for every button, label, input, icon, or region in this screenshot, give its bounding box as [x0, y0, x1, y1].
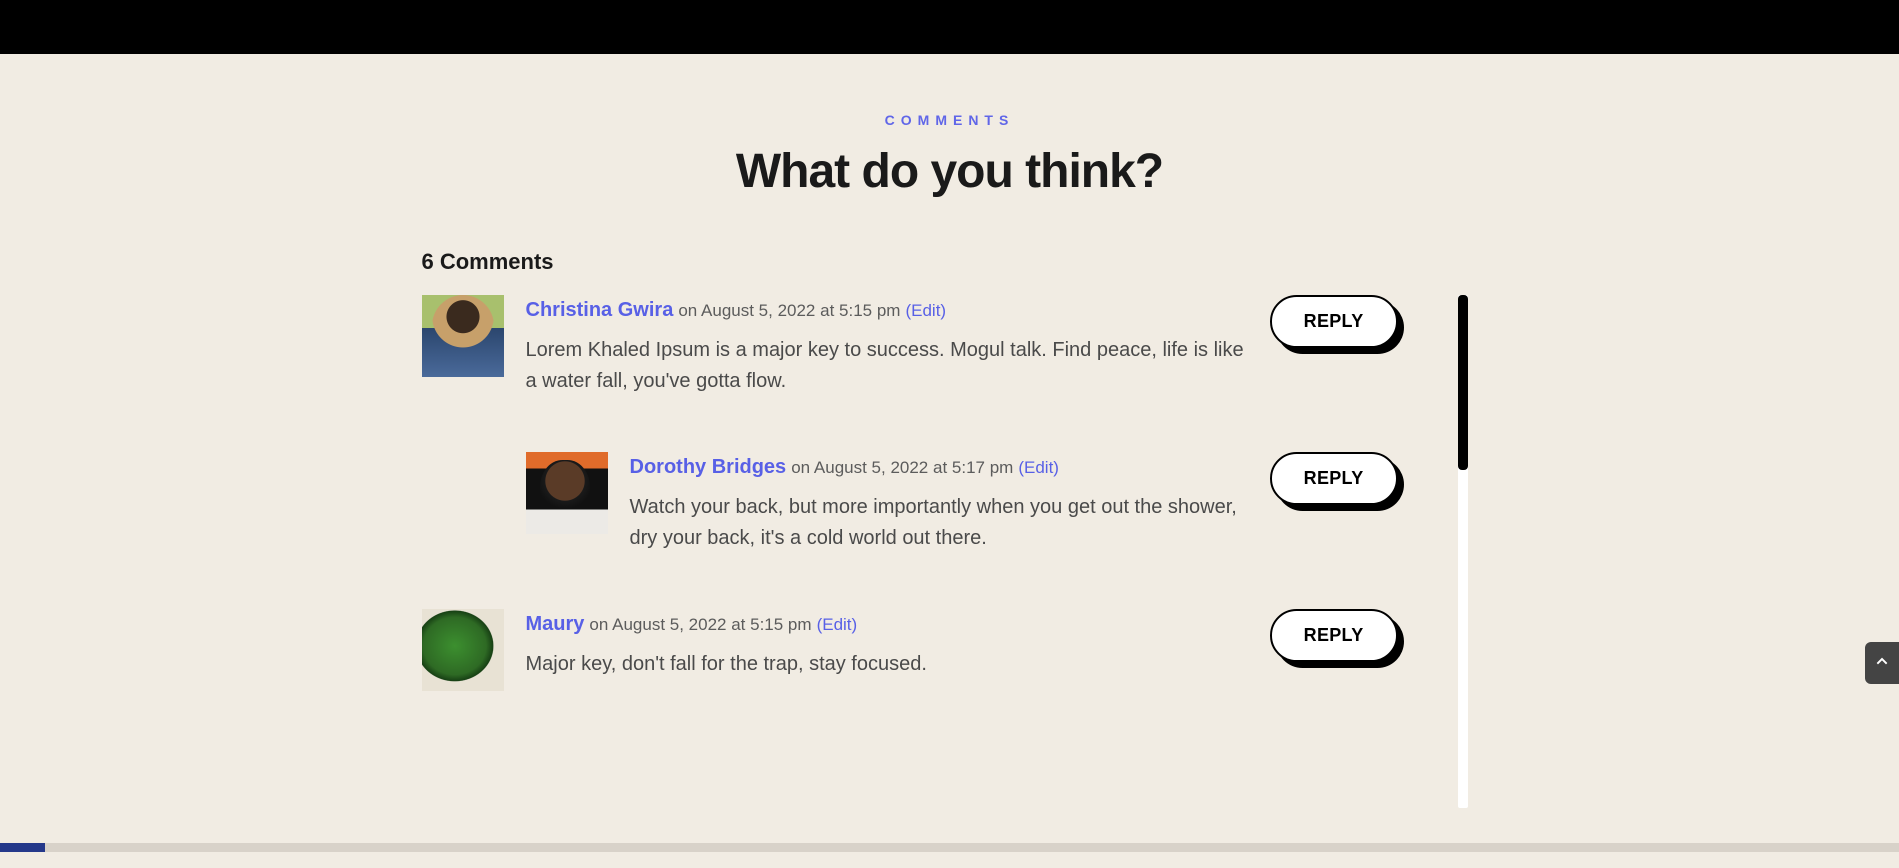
section-heading: What do you think?: [422, 144, 1478, 199]
comment-item: Christina Gwira on August 5, 2022 at 5:1…: [422, 295, 1398, 397]
avatar: [526, 452, 608, 534]
avatar: [422, 609, 504, 691]
comment-date: on August 5, 2022 at 5:15 pm: [678, 301, 900, 320]
comment-text: Major key, don't fall for the trap, stay…: [526, 649, 1252, 680]
comments-count: 6 Comments: [422, 249, 1478, 275]
comment-text: Watch your back, but more importantly wh…: [630, 492, 1252, 554]
comment-meta: Christina Gwira on August 5, 2022 at 5:1…: [526, 295, 1252, 325]
comments-scroll-area: Christina Gwira on August 5, 2022 at 5:1…: [422, 295, 1478, 808]
avatar: [422, 295, 504, 377]
chevron-up-icon: [1874, 653, 1890, 674]
comment-text: Lorem Khaled Ipsum is a major key to suc…: [526, 335, 1252, 397]
comment-date: on August 5, 2022 at 5:15 pm: [589, 615, 811, 634]
comment-edit-link[interactable]: (Edit): [905, 301, 946, 320]
comment-author-link[interactable]: Dorothy Bridges: [630, 456, 787, 478]
comments-section: COMMENTS What do you think? 6 Comments C…: [0, 54, 1899, 868]
section-eyebrow: COMMENTS: [422, 112, 1478, 128]
scrollbar-thumb[interactable]: [1458, 295, 1468, 470]
reply-button[interactable]: REPLY: [1270, 295, 1398, 348]
comment-item: Dorothy Bridges on August 5, 2022 at 5:1…: [526, 452, 1398, 554]
reply-button[interactable]: REPLY: [1270, 452, 1398, 505]
comment-edit-link[interactable]: (Edit): [1018, 458, 1059, 477]
comment-meta: Maury on August 5, 2022 at 5:15 pm (Edit…: [526, 609, 1252, 639]
comment-edit-link[interactable]: (Edit): [817, 615, 858, 634]
footer-strip: [0, 843, 1899, 852]
comment-meta: Dorothy Bridges on August 5, 2022 at 5:1…: [630, 452, 1252, 482]
back-to-top-button[interactable]: [1865, 642, 1899, 684]
comment-author-link[interactable]: Christina Gwira: [526, 299, 674, 321]
scrollbar-track[interactable]: [1458, 295, 1468, 808]
comment-author-link[interactable]: Maury: [526, 613, 585, 635]
comment-item: Maury on August 5, 2022 at 5:15 pm (Edit…: [422, 609, 1398, 691]
comment-date: on August 5, 2022 at 5:17 pm: [791, 458, 1013, 477]
reply-button[interactable]: REPLY: [1270, 609, 1398, 662]
top-navbar: [0, 0, 1899, 54]
